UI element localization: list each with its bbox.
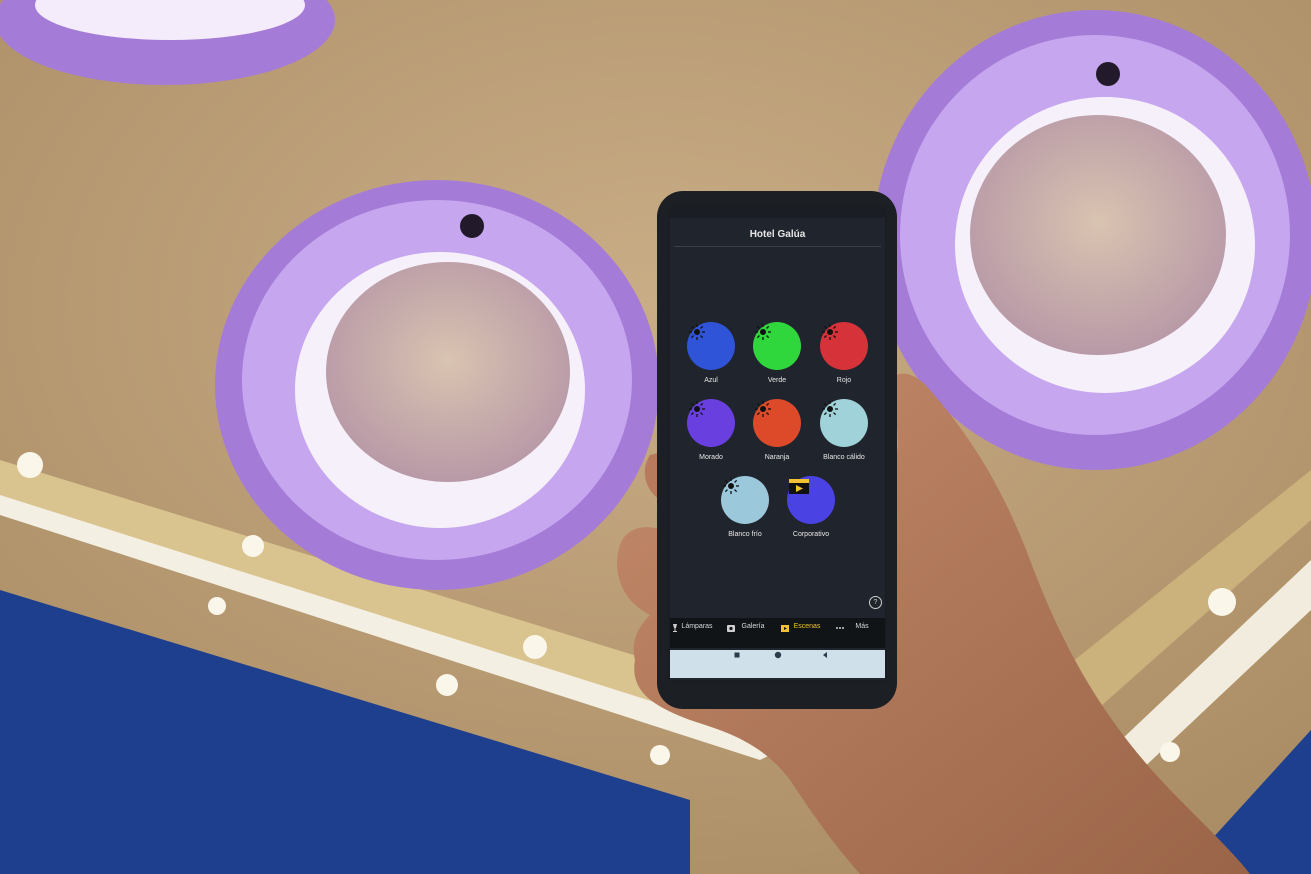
clapperboard-icon bbox=[787, 476, 835, 524]
scene-label: Rojo bbox=[836, 377, 852, 384]
back-triangle-icon[interactable] bbox=[820, 650, 830, 660]
scene-button-morado[interactable]: Morado bbox=[679, 399, 743, 469]
square-icon[interactable] bbox=[732, 650, 742, 660]
circle-icon[interactable] bbox=[773, 650, 783, 660]
tab-galeria[interactable]: Galería bbox=[726, 621, 780, 647]
scene-button-blanco-calido[interactable]: Blanco cálido bbox=[812, 399, 876, 469]
scene-button-corporativo[interactable]: Corporativo bbox=[779, 476, 843, 546]
scene-label: Corporativo bbox=[792, 531, 830, 538]
app-title: Hotel Galúa bbox=[749, 229, 806, 240]
more-icon bbox=[836, 627, 844, 629]
sun-icon bbox=[820, 399, 868, 447]
scene-button-azul[interactable]: Azul bbox=[679, 322, 743, 392]
lamp-icon bbox=[673, 624, 677, 632]
tab-lamparas[interactable]: Lámparas bbox=[670, 621, 724, 647]
clapperboard-icon bbox=[781, 625, 789, 632]
scene-button-blanco-frio[interactable]: Blanco frío bbox=[713, 476, 777, 546]
title-divider bbox=[674, 246, 881, 247]
gallery-icon bbox=[727, 625, 735, 632]
tab-mas[interactable]: Más bbox=[835, 621, 889, 647]
sun-icon bbox=[753, 399, 801, 447]
ring-lamp-left bbox=[215, 180, 659, 590]
sun-icon bbox=[753, 322, 801, 370]
scene-label: Blanco cálido bbox=[823, 454, 865, 461]
sun-icon bbox=[721, 476, 769, 524]
photo-scene: Hotel Galúa Azul Verde Rojo Morado Naran… bbox=[0, 0, 1311, 874]
bottom-tab-bar: Lámparas Galería Escenas Más bbox=[670, 618, 885, 648]
background-photo bbox=[0, 0, 1311, 874]
sun-icon bbox=[687, 322, 735, 370]
sun-icon bbox=[687, 399, 735, 447]
android-nav-bar bbox=[670, 650, 885, 678]
scene-button-rojo[interactable]: Rojo bbox=[812, 322, 876, 392]
phone-screen: Hotel Galúa Azul Verde Rojo Morado Naran… bbox=[670, 218, 885, 680]
scene-button-verde[interactable]: Verde bbox=[745, 322, 809, 392]
sun-icon bbox=[820, 322, 868, 370]
tab-escenas[interactable]: Escenas bbox=[780, 621, 834, 647]
scene-button-naranja[interactable]: Naranja bbox=[745, 399, 809, 469]
help-icon[interactable]: ? bbox=[869, 596, 882, 609]
